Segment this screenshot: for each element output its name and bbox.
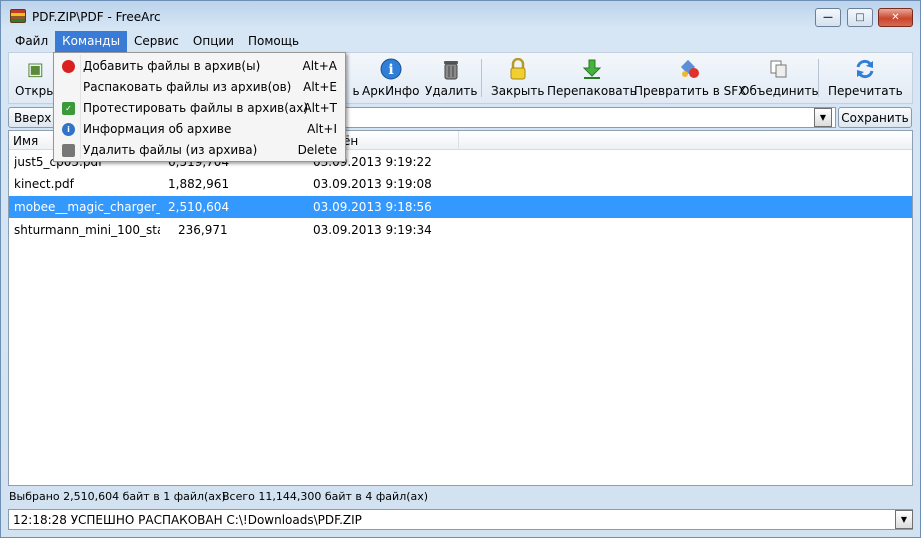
log-combobox[interactable]: 12:18:28 УСПЕШНО РАСПАКОВАН C:\!Download… — [8, 509, 913, 530]
menu-item-shortcut: Alt+A — [302, 59, 337, 73]
log-dropdown-button[interactable]: ▼ — [895, 510, 913, 529]
status-total: Всего 11,144,300 байт в 4 файл(ах) — [222, 490, 429, 503]
sfx-icon — [678, 57, 702, 81]
menu-item-label: Протестировать файлы в архив(ах) — [83, 101, 309, 115]
file-size: 236,971 — [178, 223, 228, 237]
menu-item-shortcut: Alt+T — [303, 101, 337, 115]
column-header-modified[interactable]: ён — [339, 131, 459, 150]
add-files-icon — [62, 60, 75, 73]
menu-item-label: Информация об архиве — [83, 122, 232, 136]
toolbar-close-button[interactable]: Закрыть — [491, 57, 544, 101]
toolbar-merge-button[interactable]: Объединить — [740, 57, 819, 101]
table-row-selected[interactable]: mobee__magic_charger__ 2,510,604 03.09.2… — [9, 196, 912, 218]
refresh-icon — [853, 57, 877, 81]
toolbar-open-label: Откры — [15, 84, 56, 98]
minimize-button[interactable]: — — [815, 8, 841, 27]
toolbar-repack-button[interactable]: Перепаковать — [547, 57, 637, 101]
menu-item-shortcut: Alt+E — [303, 80, 337, 94]
toolbar-open-button[interactable]: ▣ Откры — [15, 57, 56, 101]
toolbar-separator — [481, 59, 482, 97]
toolbar-delete-label: Удалить — [425, 84, 478, 98]
maximize-button[interactable]: □ — [847, 8, 873, 27]
info-icon: i — [379, 57, 403, 81]
toolbar-arcinfo-label: АркИнфо — [362, 84, 420, 98]
menu-item-add-files[interactable]: Добавить файлы в архив(ы) Alt+A — [56, 56, 343, 77]
trash-icon — [62, 144, 75, 157]
menu-service[interactable]: Сервис — [127, 31, 186, 52]
menu-item-label: Распаковать файлы из архив(ов) — [83, 80, 292, 94]
toolbar-close-label: Закрыть — [491, 84, 545, 98]
menu-item-delete-files[interactable]: Удалить файлы (из архива) Delete — [56, 140, 343, 161]
toolbar-sfx-button[interactable]: Превратить в SFX — [634, 57, 746, 101]
menu-item-label: Удалить файлы (из архива) — [83, 143, 258, 157]
file-date: 03.09.2013 9:18:56 — [313, 200, 432, 214]
menu-item-test[interactable]: ✓ Протестировать файлы в архив(ах) Alt+T — [56, 98, 343, 119]
menu-item-label: Добавить файлы в архив(ы) — [83, 59, 261, 73]
file-size: 1,882,961 — [168, 177, 230, 191]
toolbar-merge-label: Объединить — [740, 84, 819, 98]
toolbar-refresh-label: Перечитать — [828, 84, 903, 98]
file-date: 03.09.2013 9:19:34 — [313, 223, 432, 237]
trash-icon — [439, 57, 463, 81]
status-selected: Выбрано 2,510,604 байт в 1 файл(ах) — [9, 490, 226, 503]
file-name: mobee__magic_charger__ — [14, 200, 160, 214]
menu-item-archive-info[interactable]: i Информация об архиве Alt+I — [56, 119, 343, 140]
merge-icon — [767, 57, 791, 81]
test-icon: ✓ — [62, 102, 75, 115]
file-size: 2,510,604 — [168, 200, 230, 214]
title-bar[interactable]: PDF.ZIP\PDF - FreeArc — □ ✕ — [1, 1, 920, 31]
freearc-window: PDF.ZIP\PDF - FreeArc — □ ✕ Файл Команды… — [0, 0, 921, 538]
chevron-down-icon: ▼ — [819, 113, 827, 122]
repack-arrow-icon — [580, 57, 604, 81]
column-header-empty — [459, 131, 912, 150]
window-title: PDF.ZIP\PDF - FreeArc — [32, 10, 161, 24]
path-dropdown-button[interactable]: ▼ — [814, 108, 832, 127]
log-text: 12:18:28 УСПЕШНО РАСПАКОВАН C:\!Download… — [13, 513, 362, 527]
freearc-app-icon — [10, 9, 26, 23]
save-button[interactable]: Сохранить — [838, 107, 912, 128]
info-icon: i — [62, 123, 75, 136]
close-button[interactable]: ✕ — [878, 8, 913, 27]
lock-icon — [506, 57, 530, 81]
toolbar-partial-label: ь — [352, 84, 360, 98]
menu-item-extract[interactable]: Распаковать файлы из архив(ов) Alt+E — [56, 77, 343, 98]
menu-help[interactable]: Помощь — [241, 31, 306, 52]
menu-bar: Файл Команды Сервис Опции Помощь — [8, 31, 306, 52]
chevron-down-icon: ▼ — [900, 515, 908, 524]
commands-menu: Добавить файлы в архив(ы) Alt+A Распаков… — [53, 52, 346, 162]
menu-options[interactable]: Опции — [186, 31, 241, 52]
menu-commands[interactable]: Команды — [55, 31, 128, 52]
toolbar-delete-button[interactable]: Удалить — [425, 57, 478, 101]
toolbar-arcinfo-button[interactable]: i АркИнфо — [362, 57, 420, 101]
toolbar-repack-label: Перепаковать — [547, 84, 637, 98]
menu-item-shortcut: Delete — [297, 143, 337, 157]
menu-file[interactable]: Файл — [8, 31, 55, 52]
file-name: kinect.pdf — [14, 177, 74, 191]
toolbar-separator-2 — [818, 59, 819, 97]
toolbar-sfx-label: Превратить в SFX — [634, 84, 747, 98]
menu-item-shortcut: Alt+I — [307, 122, 337, 136]
open-icon: ▣ — [26, 58, 44, 80]
file-name: shturmann_mini_100_start_g — [14, 223, 160, 237]
file-date: 03.09.2013 9:19:08 — [313, 177, 432, 191]
svg-text:i: i — [388, 62, 393, 78]
table-row[interactable]: shturmann_mini_100_start_g 236,971 03.09… — [9, 219, 912, 241]
toolbar-refresh-button[interactable]: Перечитать — [828, 57, 903, 101]
extract-icon — [62, 81, 75, 94]
file-list[interactable]: Имя ён just5_cp05.pdf 6,519,704 03.09.20… — [8, 130, 913, 486]
table-row[interactable]: kinect.pdf 1,882,961 03.09.2013 9:19:08 — [9, 173, 912, 195]
